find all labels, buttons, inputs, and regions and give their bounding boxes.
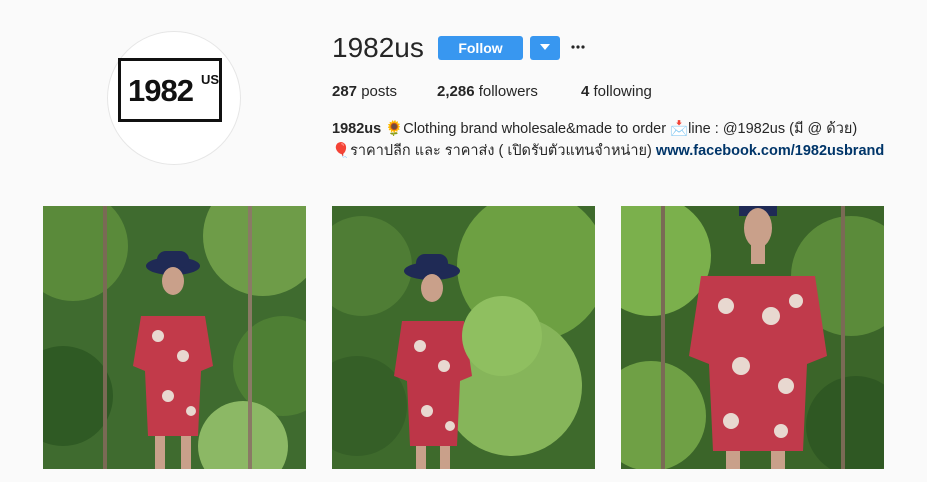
suggested-dropdown-button[interactable] [530,36,560,60]
photo-floral-romper-closeup-icon [621,206,884,469]
logo-number: 1982 [128,73,194,108]
photo-woman-hat-floral-romper-icon [43,206,306,469]
balloon-icon: 🎈 [332,143,351,159]
bio-pricing: ราคาปลีก และ ราคาส่ง ( เปิดรับตัวแทนจำหน… [350,143,652,159]
more-options-button[interactable] [571,38,585,56]
bio-line-2: 🎈ราคาปลีก และ ราคาส่ง ( เปิดรับตัวแทนจำห… [332,142,884,160]
bio-name: 1982us [332,121,382,137]
following-count: 4 [581,83,590,100]
profile-avatar[interactable]: 1982 US [107,31,241,165]
following-label: following [593,83,652,100]
followers-stat[interactable]: 2,286 followers [437,83,538,101]
post-thumbnail-1[interactable] [43,206,306,469]
followers-count: 2,286 [437,83,475,100]
follow-button[interactable]: Follow [438,36,523,60]
photo-woman-hat-floral-romper-side-icon [332,206,595,469]
bio-line-1: 1982us 🌻Clothing brand wholesale&made to… [332,120,857,138]
bio-description: Clothing brand wholesale&made to order [403,121,667,137]
post-thumbnail-2[interactable] [332,206,595,469]
post-thumbnail-3[interactable] [621,206,884,469]
more-options-icon [571,45,585,49]
chevron-down-icon [540,44,550,50]
sunflower-icon: 🌻 [385,121,404,137]
followers-label: followers [478,83,538,100]
posts-count: 287 [332,83,358,100]
logo-letters: US [201,72,220,87]
posts-label: posts [361,83,398,100]
bio-website-link[interactable]: www.facebook.com/1982usbrand [656,143,884,159]
bio-contact: line : @1982us (มี @ ด้วย) [688,121,858,137]
following-stat[interactable]: 4 following [581,83,652,101]
brand-logo: 1982 US [118,58,222,122]
profile-username: 1982us [332,32,424,63]
envelope-icon: 📩 [670,121,689,137]
posts-stat: 287 posts [332,83,397,101]
